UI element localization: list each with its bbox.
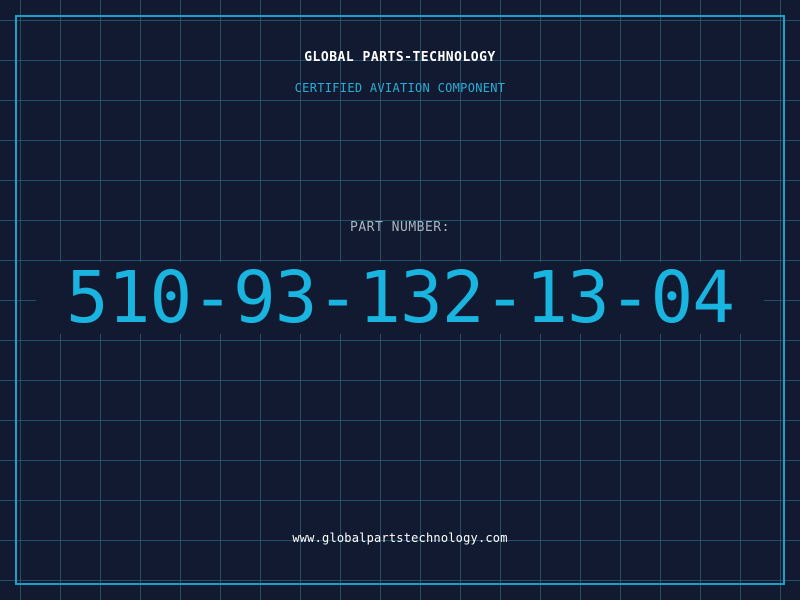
part-number-label: PART NUMBER: [350,220,450,235]
website-url: www.globalpartstechnology.com [292,531,508,545]
blueprint-grid-background: GLOBAL PARTS-TECHNOLOGY CERTIFIED AVIATI… [0,0,800,600]
part-number-value: 510-93-132-13-04 [66,256,735,339]
tagline: CERTIFIED AVIATION COMPONENT [294,81,506,95]
company-name: GLOBAL PARTS-TECHNOLOGY [304,50,496,65]
